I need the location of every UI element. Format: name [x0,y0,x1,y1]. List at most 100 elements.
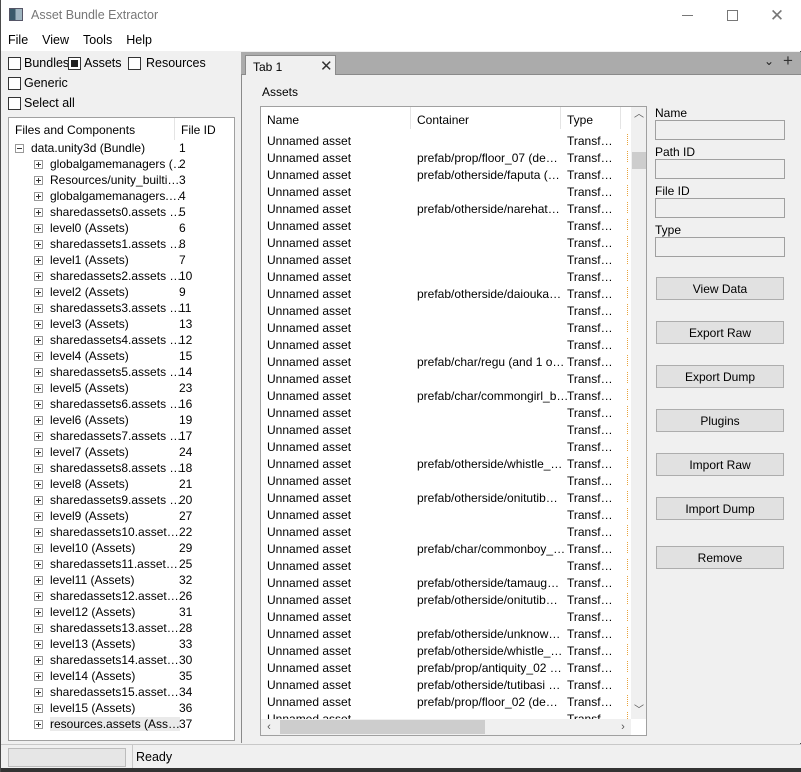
asset-row[interactable]: Unnamed asset Transf… [261,524,631,541]
tree-item[interactable]: level1 (Assets) 7 [9,252,234,268]
asset-row[interactable]: Unnamed asset Transf… [261,218,631,235]
remove-button[interactable]: Remove [656,546,784,569]
asset-row[interactable]: Unnamed asset prefab/otherside/daiouka… Tr… [261,286,631,303]
asset-row[interactable]: Unnamed asset Transf… [261,371,631,388]
tree-item[interactable]: sharedassets3.assets … 11 [9,300,234,316]
asset-row[interactable]: Unnamed asset Transf… [261,235,631,252]
checkbox-box[interactable] [68,56,81,70]
tree-item[interactable]: globalgamemanagers.… 4 [9,188,234,204]
import-dump-button[interactable]: Import Dump [656,497,784,520]
scroll-left-icon[interactable]: ‹ [261,719,277,735]
generic-checkbox[interactable]: Generic [8,76,68,90]
tree-item[interactable]: sharedassets14.asset… 30 [9,652,234,668]
checkbox-box[interactable] [128,56,141,70]
expand-icon[interactable] [34,639,43,649]
tree-item[interactable]: sharedassets15.asset… 34 [9,684,234,700]
asset-row[interactable]: Unnamed asset prefab/prop/floor_02 (de… Tr… [261,694,631,711]
checkbox-box[interactable] [8,56,21,70]
collapse-icon[interactable] [15,143,24,153]
tree-item[interactable]: sharedassets10.asset… 22 [9,524,234,540]
expand-icon[interactable] [34,575,43,585]
expand-icon[interactable] [34,719,43,729]
asset-row[interactable]: Unnamed asset prefab/otherside/tutibasi …… [261,677,631,694]
asset-row[interactable]: Unnamed asset Transf… [261,133,631,150]
expand-icon[interactable] [34,607,43,617]
asset-row[interactable]: Unnamed asset prefab/otherside/onitutib… T… [261,490,631,507]
expand-icon[interactable] [34,415,43,425]
asset-row[interactable]: Unnamed asset prefab/prop/floor_07 (de… Tr… [261,150,631,167]
asset-row[interactable]: Unnamed asset Transf… [261,439,631,456]
asset-row[interactable]: Unnamed asset Transf… [261,252,631,269]
assets-table[interactable]: Name Container Type Unnamed asset Transf…… [260,106,647,736]
asset-row[interactable]: Unnamed asset prefab/otherside/onitutib… T… [261,592,631,609]
asset-row[interactable]: Unnamed asset Transf… [261,473,631,490]
column-file-id[interactable]: File ID [175,118,225,140]
horizontal-scroll-thumb[interactable] [280,720,485,734]
vertical-scrollbar[interactable]: ︿ ﹀ [631,107,646,719]
expand-icon[interactable] [34,655,43,665]
asset-row[interactable]: Unnamed asset Transf… [261,609,631,626]
files-tree[interactable]: Files and Components File ID data.unity3… [8,117,235,741]
asset-row[interactable]: Unnamed asset prefab/otherside/whistle_… T… [261,643,631,660]
tree-item[interactable]: level5 (Assets) 23 [9,380,234,396]
checkbox-box[interactable] [8,96,21,110]
asset-row[interactable]: Unnamed asset prefab/otherside/faputa (… T… [261,167,631,184]
expand-icon[interactable] [34,479,43,489]
column-name[interactable]: Name [261,107,411,129]
plugins-button[interactable]: Plugins [656,409,784,432]
vertical-scroll-thumb[interactable] [632,152,646,169]
scroll-down-icon[interactable]: ﹀ [631,703,646,719]
asset-row[interactable]: Unnamed asset Transf… [261,507,631,524]
tree-item[interactable]: globalgamemanagers (… 2 [9,156,234,172]
asset-row[interactable]: Unnamed asset prefab/char/commonboy_… Tran… [261,541,631,558]
tree-item[interactable]: level12 (Assets) 31 [9,604,234,620]
asset-row[interactable]: Unnamed asset Transf… [261,558,631,575]
expand-icon[interactable] [34,495,43,505]
tree-item[interactable]: level11 (Assets) 32 [9,572,234,588]
export-raw-button[interactable]: Export Raw [656,321,784,344]
expand-icon[interactable] [34,671,43,681]
view-data-button[interactable]: View Data [656,277,784,300]
expand-icon[interactable] [34,255,43,265]
maximize-button[interactable] [709,0,755,31]
tree-item[interactable]: sharedassets0.assets … 5 [9,204,234,220]
tree-item[interactable]: sharedassets5.assets … 14 [9,364,234,380]
expand-icon[interactable] [34,175,43,185]
tree-item[interactable]: level8 (Assets) 21 [9,476,234,492]
asset-row[interactable]: Unnamed asset Transf… [261,405,631,422]
file-id-field[interactable] [655,198,785,218]
path-id-field[interactable] [655,159,785,179]
tree-item[interactable]: sharedassets4.assets … 12 [9,332,234,348]
asset-row[interactable]: Unnamed asset prefab/otherside/narehat… Tr… [261,201,631,218]
expand-icon[interactable] [34,223,43,233]
tree-item[interactable]: sharedassets6.assets … 16 [9,396,234,412]
tree-item[interactable]: level4 (Assets) 15 [9,348,234,364]
asset-row[interactable]: Unnamed asset Transf… [261,320,631,337]
export-dump-button[interactable]: Export Dump [656,365,784,388]
tab-1[interactable]: Tab 1 ✕ [245,55,336,76]
menu-view[interactable]: View [35,31,76,51]
tree-item[interactable]: level6 (Assets) 19 [9,412,234,428]
resources-checkbox[interactable]: Resources [128,56,206,70]
asset-row[interactable]: Unnamed asset prefab/otherside/unknow… Tra… [261,626,631,643]
import-raw-button[interactable]: Import Raw [656,453,784,476]
menu-help[interactable]: Help [119,31,159,51]
expand-icon[interactable] [34,687,43,697]
expand-icon[interactable] [34,319,43,329]
expand-icon[interactable] [34,431,43,441]
expand-icon[interactable] [34,527,43,537]
asset-row[interactable]: Unnamed asset prefab/char/commongirl_b… Tr… [261,388,631,405]
tree-item[interactable]: level2 (Assets) 9 [9,284,234,300]
checkbox-box[interactable] [8,76,21,90]
asset-row[interactable]: Unnamed asset prefab/prop/antiquity_02 … T… [261,660,631,677]
asset-row[interactable]: Unnamed asset Transf… [261,337,631,354]
tree-item[interactable]: level13 (Assets) 33 [9,636,234,652]
tree-root-row[interactable]: data.unity3d (Bundle) 1 [9,140,234,156]
assets-checkbox[interactable]: Assets [68,56,122,70]
tab-close-icon[interactable]: ✕ [320,57,333,75]
expand-icon[interactable] [34,543,43,553]
tree-item[interactable]: Resources/unity_builti… 3 [9,172,234,188]
column-type[interactable]: Type [561,107,621,129]
asset-row[interactable]: Unnamed asset Transf… [261,269,631,286]
scroll-right-icon[interactable]: › [615,719,631,735]
